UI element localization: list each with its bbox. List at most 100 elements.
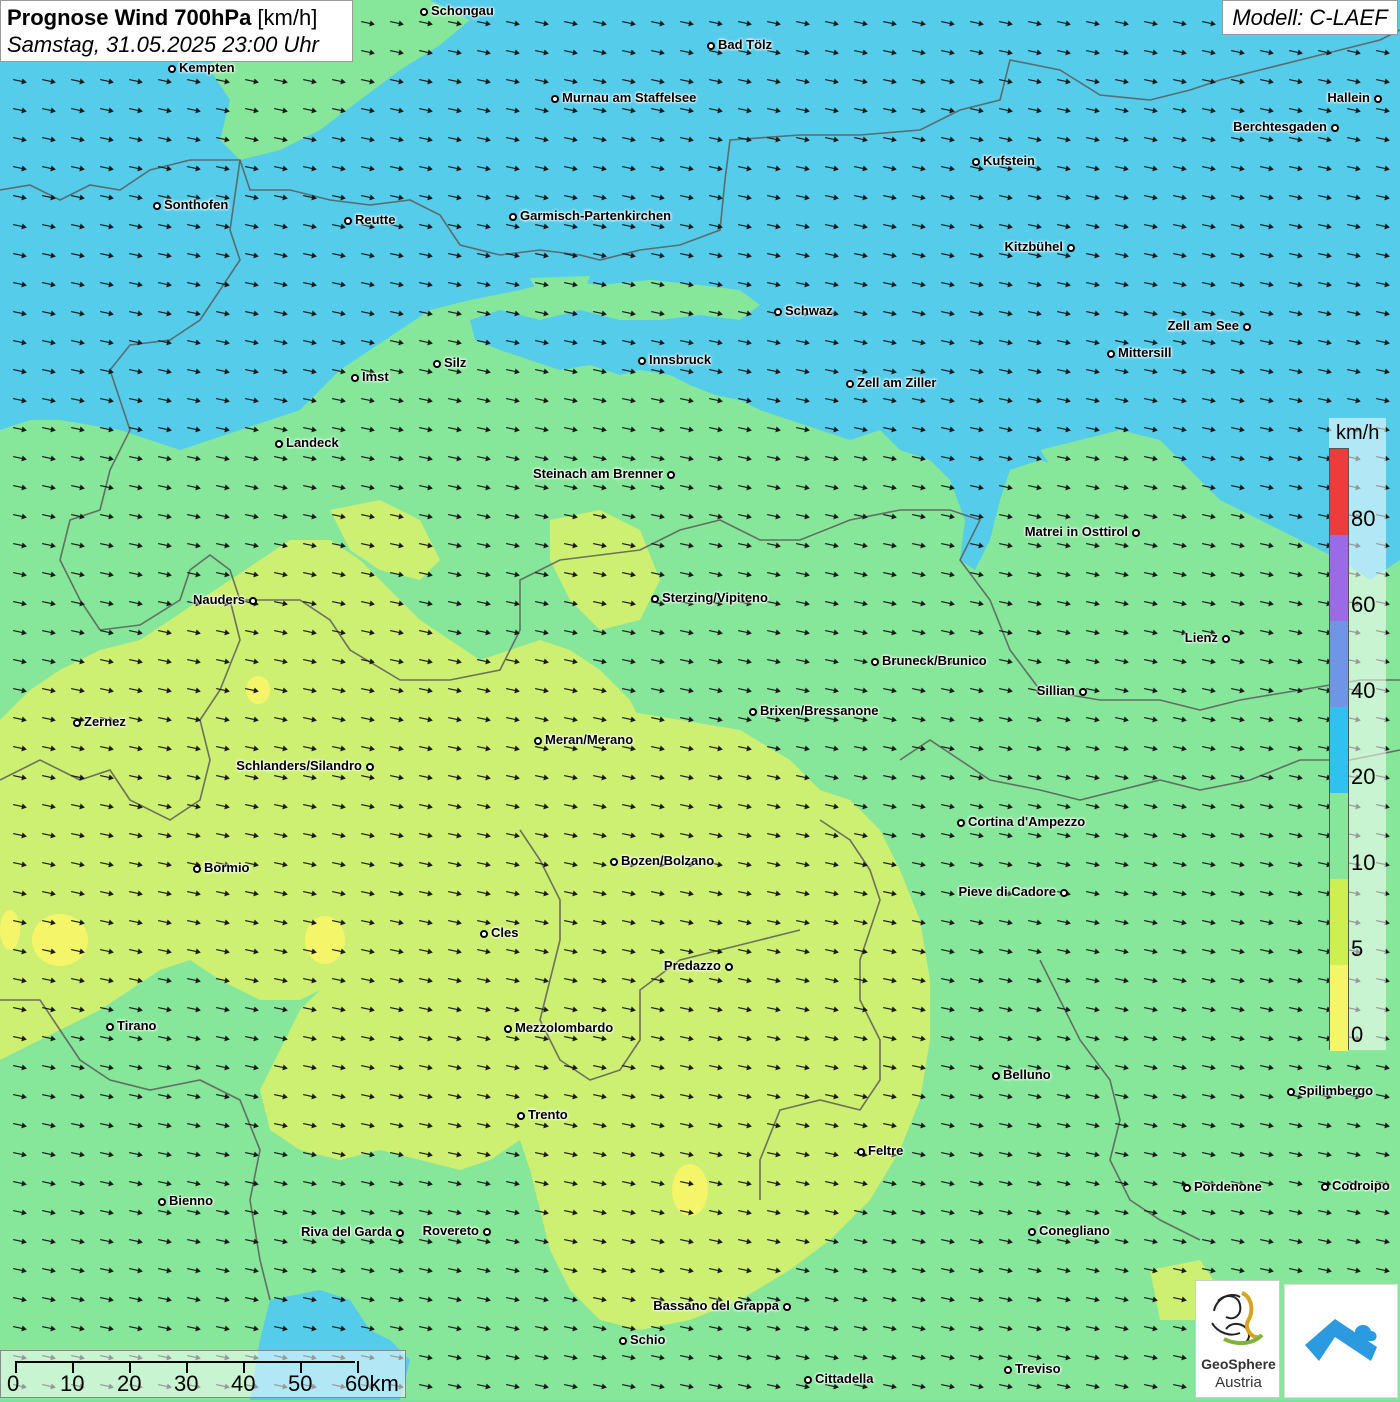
city-marker[interactable] — [957, 819, 965, 827]
city-marker[interactable] — [1107, 350, 1115, 358]
city-marker[interactable] — [534, 737, 542, 745]
city-marker[interactable] — [1060, 889, 1068, 897]
city-marker[interactable] — [1243, 323, 1251, 331]
city-marker[interactable] — [551, 95, 559, 103]
city-marker[interactable] — [366, 763, 374, 771]
city-label[interactable]: Sillian — [1037, 684, 1075, 698]
city-marker[interactable] — [871, 658, 879, 666]
city-marker[interactable] — [638, 357, 646, 365]
city-marker[interactable] — [651, 595, 659, 603]
city-marker[interactable] — [1004, 1366, 1012, 1374]
city-label[interactable]: Bienno — [169, 1194, 213, 1208]
city-label[interactable]: Sonthofen — [164, 198, 228, 212]
city-marker[interactable] — [249, 597, 257, 605]
city-marker[interactable] — [1321, 1183, 1329, 1191]
city-label[interactable]: Zernez — [84, 715, 126, 729]
city-marker[interactable] — [1132, 529, 1140, 537]
city-marker[interactable] — [1222, 635, 1230, 643]
city-label[interactable]: Conegliano — [1039, 1224, 1110, 1238]
city-marker[interactable] — [857, 1148, 865, 1156]
city-marker[interactable] — [783, 1303, 791, 1311]
city-label[interactable]: Tirano — [117, 1019, 157, 1033]
city-label[interactable]: Belluno — [1003, 1068, 1051, 1082]
city-marker[interactable] — [725, 963, 733, 971]
geosphere-logo[interactable]: GeoSphere Austria — [1195, 1280, 1280, 1398]
city-label[interactable]: Riva del Garda — [301, 1225, 392, 1239]
city-marker[interactable] — [707, 42, 715, 50]
city-label[interactable]: Predazzo — [664, 959, 721, 973]
city-label[interactable]: Matrei in Osttirol — [1025, 525, 1128, 539]
city-label[interactable]: Berchtesgaden — [1233, 120, 1327, 134]
city-marker[interactable] — [504, 1025, 512, 1033]
city-label[interactable]: Sterzing/Vipiteno — [662, 591, 768, 605]
city-label[interactable]: Reutte — [355, 213, 395, 227]
city-marker[interactable] — [73, 719, 81, 727]
city-marker[interactable] — [992, 1072, 1000, 1080]
city-marker[interactable] — [158, 1198, 166, 1206]
city-label[interactable]: Landeck — [286, 436, 339, 450]
city-label[interactable]: Imst — [362, 370, 389, 384]
city-marker[interactable] — [509, 213, 517, 221]
city-label[interactable]: Cortina d'Ampezzo — [968, 815, 1085, 829]
city-marker[interactable] — [396, 1229, 404, 1237]
city-marker[interactable] — [1331, 124, 1339, 132]
partner-logo[interactable] — [1284, 1284, 1398, 1398]
city-label[interactable]: Schio — [630, 1333, 665, 1347]
city-marker[interactable] — [667, 471, 675, 479]
city-label[interactable]: Trento — [528, 1108, 568, 1122]
city-label[interactable]: Schwaz — [785, 304, 833, 318]
city-marker[interactable] — [846, 380, 854, 388]
city-label[interactable]: Mezzolombardo — [515, 1021, 613, 1035]
city-label[interactable]: Zell am Ziller — [857, 376, 936, 390]
city-label[interactable]: Garmisch-Partenkirchen — [520, 209, 671, 223]
city-label[interactable]: Codroipo — [1332, 1179, 1390, 1193]
city-marker[interactable] — [610, 858, 618, 866]
city-label[interactable]: Kufstein — [983, 154, 1035, 168]
city-label[interactable]: Spilimbergo — [1298, 1084, 1373, 1098]
city-label[interactable]: Murnau am Staffelsee — [562, 91, 696, 105]
city-label[interactable]: Cittadella — [815, 1372, 874, 1386]
city-label[interactable]: Brixen/Bressanone — [760, 704, 879, 718]
city-marker[interactable] — [1079, 688, 1087, 696]
city-label[interactable]: Innsbruck — [649, 353, 711, 367]
city-label[interactable]: Zell am See — [1167, 319, 1239, 333]
city-marker[interactable] — [153, 202, 161, 210]
city-marker[interactable] — [1287, 1088, 1295, 1096]
city-label[interactable]: Rovereto — [423, 1224, 479, 1238]
city-label[interactable]: Hallein — [1327, 91, 1370, 105]
city-marker[interactable] — [168, 65, 176, 73]
city-marker[interactable] — [619, 1337, 627, 1345]
city-label[interactable]: Bozen/Bolzano — [621, 854, 714, 868]
city-label[interactable]: Bormio — [204, 861, 250, 875]
city-label[interactable]: Cles — [491, 926, 518, 940]
city-marker[interactable] — [1067, 244, 1075, 252]
city-marker[interactable] — [433, 360, 441, 368]
city-marker[interactable] — [1183, 1184, 1191, 1192]
city-label[interactable]: Bad Tölz — [718, 38, 772, 52]
city-label[interactable]: Nauders — [193, 593, 245, 607]
city-label[interactable]: Silz — [444, 356, 466, 370]
city-marker[interactable] — [972, 158, 980, 166]
city-label[interactable]: Feltre — [868, 1144, 903, 1158]
city-marker[interactable] — [193, 865, 201, 873]
city-label[interactable]: Pieve di Cadore — [958, 885, 1056, 899]
city-label[interactable]: Bassano del Grappa — [653, 1299, 779, 1313]
city-marker[interactable] — [351, 374, 359, 382]
city-label[interactable]: Pordenone — [1194, 1180, 1262, 1194]
city-label[interactable]: Meran/Merano — [545, 733, 633, 747]
city-label[interactable]: Bruneck/Brunico — [882, 654, 987, 668]
city-label[interactable]: Kitzbühel — [1005, 240, 1064, 254]
city-label[interactable]: Treviso — [1015, 1362, 1061, 1376]
city-marker[interactable] — [1374, 95, 1382, 103]
city-label[interactable]: Mittersill — [1118, 346, 1171, 360]
city-label[interactable]: Steinach am Brenner — [533, 467, 663, 481]
city-marker[interactable] — [106, 1023, 114, 1031]
city-marker[interactable] — [749, 708, 757, 716]
city-label[interactable]: Kempten — [179, 61, 235, 75]
city-marker[interactable] — [420, 8, 428, 16]
city-marker[interactable] — [517, 1112, 525, 1120]
city-label[interactable]: Schlanders/Silandro — [236, 759, 362, 773]
city-marker[interactable] — [344, 217, 352, 225]
city-marker[interactable] — [804, 1376, 812, 1384]
city-marker[interactable] — [483, 1228, 491, 1236]
